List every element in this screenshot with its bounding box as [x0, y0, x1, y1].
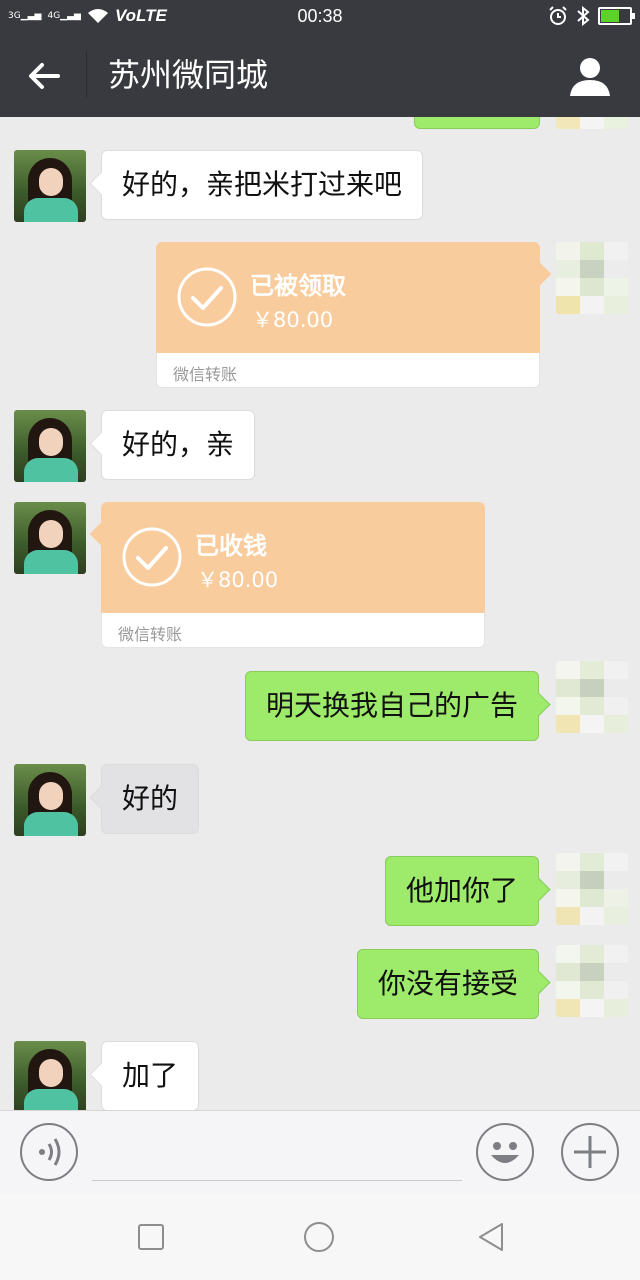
- message-bubble[interactable]: 你没有接受: [356, 949, 539, 1019]
- person-icon[interactable]: [568, 54, 612, 98]
- contact-avatar[interactable]: [14, 410, 86, 482]
- check-circle-icon: [122, 527, 182, 587]
- voice-icon: [39, 1138, 61, 1166]
- status-bar-right: [548, 6, 635, 26]
- message-input[interactable]: [92, 1125, 462, 1181]
- message-list[interactable]: 好的，亲把米打过来吧 已被领取 ￥80.00 微信转账 好的，亲 已收钱 ￥80…: [0, 117, 640, 1110]
- alarm-icon: [549, 6, 567, 25]
- recent-apps-icon[interactable]: [135, 1221, 167, 1253]
- contact-avatar[interactable]: [14, 764, 86, 836]
- message-bubble[interactable]: 加了: [101, 1041, 200, 1110]
- bluetooth-icon: [577, 6, 590, 26]
- my-avatar[interactable]: [556, 242, 628, 314]
- transfer-footer: 微信转账: [101, 613, 485, 648]
- header-divider: [86, 52, 87, 98]
- contact-avatar[interactable]: [14, 1041, 86, 1110]
- chat-title: 苏州微同城: [108, 56, 269, 94]
- voice-button[interactable]: [20, 1123, 78, 1181]
- message-bubble[interactable]: 他加你了: [384, 856, 539, 926]
- my-avatar[interactable]: [556, 853, 628, 925]
- clock: 00:38: [297, 6, 343, 26]
- back-arrow-icon[interactable]: [24, 56, 64, 96]
- previous-message-fragment: [414, 117, 540, 129]
- emoji-icon: [491, 1142, 519, 1163]
- transfer-card[interactable]: 已被领取 ￥80.00 微信转账: [156, 242, 540, 388]
- my-avatar[interactable]: [556, 945, 628, 1017]
- transfer-card-top: 已被领取 ￥80.00: [156, 242, 540, 353]
- transfer-status: 已被领取: [250, 272, 346, 300]
- battery-icon: [598, 7, 635, 25]
- system-nav-bar: [0, 1194, 640, 1280]
- message-bubble[interactable]: 好的，亲把米打过来吧: [101, 150, 424, 220]
- transfer-card-top: 已收钱 ￥80.00: [101, 502, 485, 613]
- contact-avatar[interactable]: [14, 150, 86, 222]
- home-icon[interactable]: [303, 1221, 335, 1253]
- my-avatar[interactable]: [556, 661, 628, 733]
- back-icon[interactable]: [476, 1221, 508, 1253]
- transfer-card[interactable]: 已收钱 ￥80.00 微信转账: [101, 502, 485, 648]
- message-bubble[interactable]: 好的: [101, 764, 200, 834]
- my-avatar[interactable]: [556, 117, 628, 129]
- emoji-button[interactable]: [476, 1123, 534, 1181]
- contact-avatar[interactable]: [14, 502, 86, 574]
- plus-icon: [574, 1136, 606, 1168]
- check-circle-icon: [177, 267, 237, 327]
- input-bar: [0, 1110, 640, 1194]
- transfer-amount: ￥80.00: [197, 568, 279, 592]
- more-button[interactable]: [561, 1123, 619, 1181]
- message-bubble[interactable]: 明天换我自己的广告: [244, 671, 539, 741]
- transfer-footer: 微信转账: [156, 353, 540, 388]
- chat-header: 苏州微同城: [0, 34, 640, 117]
- transfer-amount: ￥80.00: [252, 308, 334, 332]
- message-bubble[interactable]: 好的，亲: [101, 410, 256, 480]
- transfer-status: 已收钱: [195, 532, 267, 560]
- status-bar: 3G▁▃▅ 4G▁▃▅ VoLTE 00:38: [0, 0, 640, 34]
